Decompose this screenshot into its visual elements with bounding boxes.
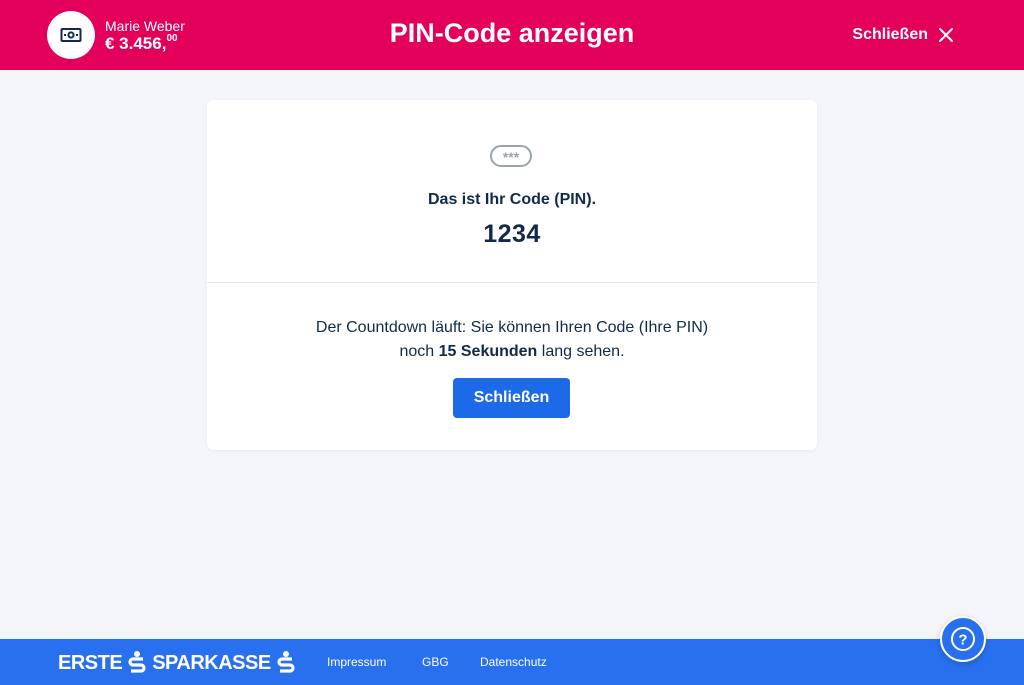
brand-left: ERSTE bbox=[58, 651, 123, 674]
countdown-suffix: lang sehen. bbox=[541, 343, 625, 360]
help-symbol: ? bbox=[958, 632, 967, 649]
countdown-seconds: 15 Sekunden bbox=[438, 343, 538, 360]
close-icon bbox=[939, 28, 953, 42]
footer-link-datenschutz[interactable]: Datenschutz bbox=[480, 655, 547, 669]
pin-section: *** Das ist Ihr Code (PIN). 1234 bbox=[207, 100, 817, 283]
pin-asterisks-icon: *** bbox=[490, 145, 532, 167]
pin-icon-text: *** bbox=[503, 149, 520, 165]
top-bar: Marie Weber € 3.456,00 PIN-Code anzeigen… bbox=[0, 0, 1024, 70]
close-button[interactable]: Schließen bbox=[453, 378, 570, 418]
footer-link-impressum[interactable]: Impressum bbox=[327, 655, 386, 669]
countdown-text: Der Countdown läuft: Sie können Ihren Co… bbox=[207, 316, 817, 364]
pin-card: *** Das ist Ihr Code (PIN). 1234 Der Cou… bbox=[207, 100, 817, 450]
countdown-prefix: noch bbox=[399, 343, 435, 360]
countdown-line-2: noch 15 Sekunden lang sehen. bbox=[207, 340, 817, 364]
pin-value: 1234 bbox=[483, 220, 541, 248]
help-question-icon: ? bbox=[951, 627, 975, 651]
sparkasse-s-icon bbox=[128, 651, 146, 673]
pin-label: Das ist Ihr Code (PIN). bbox=[427, 191, 597, 208]
header-close-button[interactable]: Schließen bbox=[852, 24, 954, 46]
sparkasse-s-icon bbox=[277, 651, 295, 673]
header-close-label: Schließen bbox=[852, 26, 928, 43]
brand-logo[interactable]: ERSTE SPARKASSE bbox=[58, 651, 295, 675]
countdown-line-1: Der Countdown läuft: Sie können Ihren Co… bbox=[315, 319, 709, 336]
footer: ERSTE SPARKASSE Impressum GBG Datenschut… bbox=[0, 639, 1024, 685]
help-button[interactable]: ? bbox=[940, 616, 986, 662]
brand-right: SPARKASSE bbox=[152, 651, 271, 674]
footer-link-gbg[interactable]: GBG bbox=[422, 655, 449, 669]
